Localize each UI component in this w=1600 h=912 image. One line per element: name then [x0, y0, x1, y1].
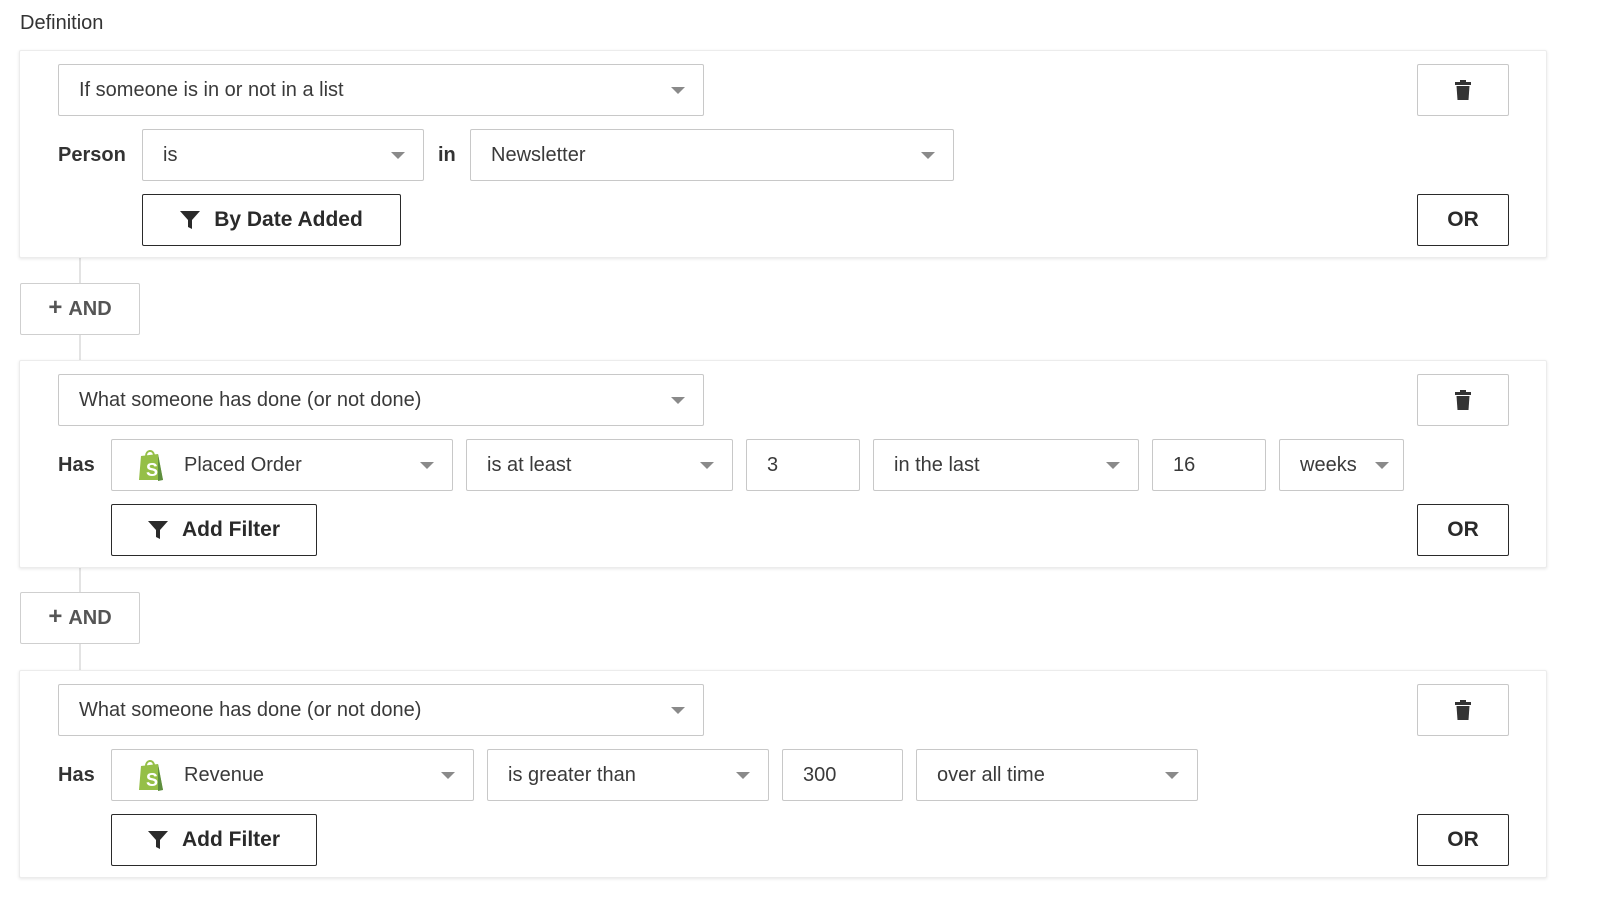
svg-text:S: S: [146, 770, 158, 790]
condition-type-select[interactable]: What someone has done (or not done): [58, 374, 704, 426]
select-value: in the last: [894, 453, 980, 476]
select-value: What someone has done (or not done): [79, 698, 422, 721]
filter-icon: [148, 521, 168, 539]
timeframe-unit-select[interactable]: weeks: [1279, 439, 1404, 491]
chevron-down-icon: [441, 772, 455, 779]
trash-icon: [1455, 700, 1471, 720]
button-label: AND: [68, 297, 112, 320]
list-select[interactable]: Newsletter: [470, 129, 954, 181]
input-value: 16: [1173, 453, 1196, 476]
condition-type-select[interactable]: If someone is in or not in a list: [58, 64, 704, 116]
select-value: Revenue: [184, 763, 265, 786]
button-label: Add Filter: [182, 518, 280, 541]
select-value: is at least: [487, 453, 572, 476]
select-value: weeks: [1300, 453, 1357, 476]
or-button[interactable]: OR: [1417, 504, 1509, 556]
metric-select[interactable]: S Revenue: [111, 749, 474, 801]
delete-condition-button[interactable]: [1417, 684, 1509, 736]
chevron-down-icon: [671, 397, 685, 404]
add-filter-button[interactable]: Add Filter: [111, 814, 317, 866]
or-button[interactable]: OR: [1417, 194, 1509, 246]
by-date-added-button[interactable]: By Date Added: [142, 194, 401, 246]
add-and-button[interactable]: + AND: [20, 592, 140, 644]
chevron-down-icon: [1165, 772, 1179, 779]
filter-icon: [148, 831, 168, 849]
button-label: Add Filter: [182, 828, 280, 851]
button-label: AND: [68, 606, 112, 629]
button-label: By Date Added: [214, 208, 363, 231]
chevron-down-icon: [671, 87, 685, 94]
select-value: is: [163, 143, 178, 166]
chevron-down-icon: [420, 462, 434, 469]
svg-text:S: S: [146, 460, 158, 480]
input-value: 300: [803, 763, 837, 786]
shopify-icon: S: [139, 760, 163, 791]
select-value: What someone has done (or not done): [79, 388, 422, 411]
chevron-down-icon: [1106, 462, 1120, 469]
select-value: over all time: [937, 763, 1045, 786]
delete-condition-button[interactable]: [1417, 374, 1509, 426]
row-label: Has: [58, 453, 95, 476]
row-label: Person: [58, 143, 126, 166]
chevron-down-icon: [700, 462, 714, 469]
add-and-button[interactable]: + AND: [20, 283, 140, 335]
count-input[interactable]: 3: [746, 439, 860, 491]
chevron-down-icon: [1375, 462, 1389, 469]
timeframe-select[interactable]: over all time: [916, 749, 1198, 801]
in-label: in: [438, 143, 456, 166]
condition-card: If someone is in or not in a list Person…: [19, 50, 1547, 258]
condition-card: What someone has done (or not done) Has …: [19, 360, 1547, 568]
amount-input[interactable]: 300: [782, 749, 903, 801]
select-value: If someone is in or not in a list: [79, 78, 344, 101]
chevron-down-icon: [391, 152, 405, 159]
chevron-down-icon: [736, 772, 750, 779]
condition-card: What someone has done (or not done) Has …: [19, 670, 1547, 878]
chevron-down-icon: [921, 152, 935, 159]
select-value: is greater than: [508, 763, 636, 786]
delete-condition-button[interactable]: [1417, 64, 1509, 116]
or-button[interactable]: OR: [1417, 814, 1509, 866]
trash-icon: [1455, 80, 1471, 100]
metric-select[interactable]: S Placed Order: [111, 439, 453, 491]
filter-icon: [180, 211, 201, 229]
person-operator-select[interactable]: is: [142, 129, 424, 181]
condition-type-select[interactable]: What someone has done (or not done): [58, 684, 704, 736]
timeframe-select[interactable]: in the last: [873, 439, 1139, 491]
add-filter-button[interactable]: Add Filter: [111, 504, 317, 556]
select-value: Placed Order: [184, 453, 302, 476]
select-value: Newsletter: [491, 143, 586, 166]
chevron-down-icon: [671, 707, 685, 714]
timeframe-value-input[interactable]: 16: [1152, 439, 1266, 491]
shopify-icon: S: [139, 450, 163, 481]
comparator-select[interactable]: is at least: [466, 439, 733, 491]
plus-icon: +: [48, 603, 63, 630]
row-label: Has: [58, 763, 95, 786]
section-heading: Definition: [20, 12, 104, 34]
plus-icon: +: [48, 294, 63, 321]
input-value: 3: [767, 453, 779, 476]
trash-icon: [1455, 390, 1471, 410]
comparator-select[interactable]: is greater than: [487, 749, 769, 801]
